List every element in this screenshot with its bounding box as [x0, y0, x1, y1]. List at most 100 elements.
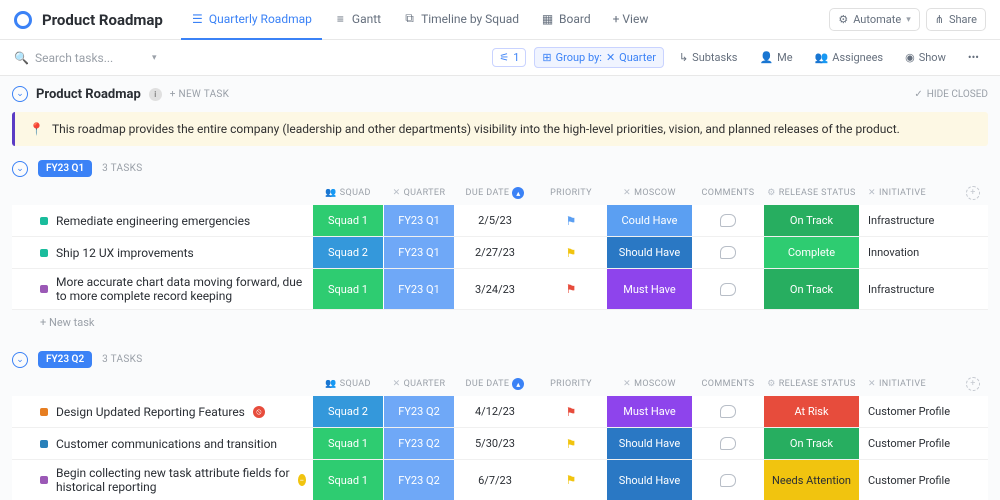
task-row[interactable]: More accurate chart data moving forward,…	[12, 269, 988, 310]
filter-count[interactable]: ⚟1	[492, 48, 526, 67]
col-priority[interactable]: PRIORITY	[536, 188, 606, 198]
quarter-cell[interactable]: FY23 Q2	[384, 460, 454, 500]
initiative-cell[interactable]: Infrastructure	[860, 269, 980, 309]
collapse-all-icon[interactable]: ⌄	[12, 86, 28, 102]
group-by-button[interactable]: ⊞Group by:✕Quarter	[534, 47, 664, 68]
col-squad[interactable]: 👥SQUAD	[313, 379, 383, 389]
task-row[interactable]: Ship 12 UX improvements Squad 2 FY23 Q1 …	[12, 237, 988, 269]
tab-gantt[interactable]: ≡Gantt	[324, 0, 391, 40]
moscow-cell[interactable]: Must Have	[607, 269, 692, 309]
task-row[interactable]: Begin collecting new task attribute fiel…	[12, 460, 988, 500]
task-name-cell[interactable]: Design Updated Reporting Features ⦸	[12, 396, 312, 427]
col-priority[interactable]: PRIORITY	[536, 379, 606, 389]
new-task-button[interactable]: + New task	[12, 310, 988, 341]
moscow-cell[interactable]: Should Have	[607, 460, 692, 500]
group-pill[interactable]: FY23 Q1	[38, 160, 92, 177]
moscow-cell[interactable]: Could Have	[607, 205, 692, 236]
release-status-cell[interactable]: At Risk	[764, 396, 859, 427]
moscow-cell[interactable]: Should Have	[607, 237, 692, 268]
quarter-cell[interactable]: FY23 Q1	[384, 237, 454, 268]
add-column-icon[interactable]: +	[966, 377, 980, 391]
moscow-cell[interactable]: Must Have	[607, 396, 692, 427]
quarter-cell[interactable]: FY23 Q2	[384, 396, 454, 427]
chevron-down-icon[interactable]: ▾	[152, 53, 157, 63]
priority-cell[interactable]: ⚑	[536, 428, 606, 459]
comments-cell[interactable]	[693, 428, 763, 459]
priority-cell[interactable]: ⚑	[536, 237, 606, 268]
priority-cell[interactable]: ⚑	[536, 205, 606, 236]
new-task-header-btn[interactable]: + NEW TASK	[170, 89, 229, 100]
comments-cell[interactable]	[693, 237, 763, 268]
quarter-cell[interactable]: FY23 Q2	[384, 428, 454, 459]
collapse-group-icon[interactable]: ⌄	[12, 161, 28, 177]
info-icon[interactable]: i	[149, 88, 162, 101]
squad-cell[interactable]: Squad 1	[313, 205, 383, 236]
initiative-cell[interactable]: Customer Profile	[860, 396, 980, 427]
subtasks-button[interactable]: ↳Subtasks	[672, 48, 745, 67]
squad-cell[interactable]: Squad 1	[313, 269, 383, 309]
col-squad[interactable]: 👥SQUAD	[313, 188, 383, 198]
initiative-cell[interactable]: Customer Profile	[860, 428, 980, 459]
squad-cell[interactable]: Squad 1	[313, 460, 383, 500]
show-button[interactable]: ◉Show	[898, 48, 953, 67]
group-pill[interactable]: FY23 Q2	[38, 351, 92, 368]
add-column-icon[interactable]: +	[966, 186, 980, 200]
tab-board[interactable]: ▦Board	[531, 0, 601, 40]
priority-cell[interactable]: ⚑	[536, 269, 606, 309]
tab-timeline[interactable]: ⧉Timeline by Squad	[393, 0, 529, 40]
priority-cell[interactable]: ⚑	[536, 460, 606, 500]
more-button[interactable]: •••	[961, 48, 986, 67]
release-status-cell[interactable]: On Track	[764, 205, 859, 236]
col-quarter[interactable]: ✕QUARTER	[384, 379, 454, 389]
col-initiative[interactable]: ✕ INITIATIVE +	[860, 377, 980, 391]
comments-cell[interactable]	[693, 269, 763, 309]
comments-cell[interactable]	[693, 205, 763, 236]
comments-cell[interactable]	[693, 396, 763, 427]
squad-cell[interactable]: Squad 2	[313, 237, 383, 268]
col-comments[interactable]: COMMENTS	[693, 188, 763, 198]
task-name-cell[interactable]: Customer communications and transition	[12, 428, 312, 459]
col-release-status[interactable]: ⚙RELEASE STATUS	[764, 379, 859, 389]
due-date-cell[interactable]: 3/24/23	[455, 269, 535, 309]
initiative-cell[interactable]: Customer Profile	[860, 460, 980, 500]
collapse-group-icon[interactable]: ⌄	[12, 352, 28, 368]
squad-cell[interactable]: Squad 1	[313, 428, 383, 459]
automate-button[interactable]: ⚙Automate▾	[829, 8, 919, 31]
squad-cell[interactable]: Squad 2	[313, 396, 383, 427]
col-release-status[interactable]: ⚙RELEASE STATUS	[764, 188, 859, 198]
search-input[interactable]: 🔍Search tasks...	[14, 51, 144, 65]
due-date-cell[interactable]: 2/5/23	[455, 205, 535, 236]
release-status-cell[interactable]: On Track	[764, 428, 859, 459]
col-due-date[interactable]: DUE DATE ▴	[455, 187, 535, 199]
due-date-cell[interactable]: 6/7/23	[455, 460, 535, 500]
task-name-cell[interactable]: Ship 12 UX improvements	[12, 237, 312, 268]
due-date-cell[interactable]: 4/12/23	[455, 396, 535, 427]
release-status-cell[interactable]: On Track	[764, 269, 859, 309]
share-button[interactable]: ⋔Share	[926, 8, 986, 31]
col-quarter[interactable]: ✕QUARTER	[384, 188, 454, 198]
tab-add-view[interactable]: + View	[603, 0, 659, 40]
comments-cell[interactable]	[693, 460, 763, 500]
initiative-cell[interactable]: Innovation	[860, 237, 980, 268]
quarter-cell[interactable]: FY23 Q1	[384, 205, 454, 236]
task-name-cell[interactable]: More accurate chart data moving forward,…	[12, 269, 312, 309]
hide-closed-toggle[interactable]: ✓HIDE CLOSED	[914, 89, 988, 100]
task-name-cell[interactable]: Begin collecting new task attribute fiel…	[12, 460, 312, 500]
task-row[interactable]: Customer communications and transition S…	[12, 428, 988, 460]
task-name-cell[interactable]: Remediate engineering emergencies	[12, 205, 312, 236]
col-due-date[interactable]: DUE DATE ▴	[455, 378, 535, 390]
initiative-cell[interactable]: Infrastructure	[860, 205, 980, 236]
me-button[interactable]: 👤Me	[752, 48, 799, 67]
due-date-cell[interactable]: 5/30/23	[455, 428, 535, 459]
col-initiative[interactable]: ✕ INITIATIVE +	[860, 186, 980, 200]
col-comments[interactable]: COMMENTS	[693, 379, 763, 389]
release-status-cell[interactable]: Needs Attention	[764, 460, 859, 500]
priority-cell[interactable]: ⚑	[536, 396, 606, 427]
col-moscow[interactable]: ✕MOSCOW	[607, 379, 692, 389]
tab-quarterly-roadmap[interactable]: ☰Quarterly Roadmap	[181, 0, 322, 40]
task-row[interactable]: Remediate engineering emergencies Squad …	[12, 205, 988, 237]
col-moscow[interactable]: ✕MOSCOW	[607, 188, 692, 198]
moscow-cell[interactable]: Should Have	[607, 428, 692, 459]
quarter-cell[interactable]: FY23 Q1	[384, 269, 454, 309]
assignees-button[interactable]: 👥Assignees	[808, 48, 891, 67]
